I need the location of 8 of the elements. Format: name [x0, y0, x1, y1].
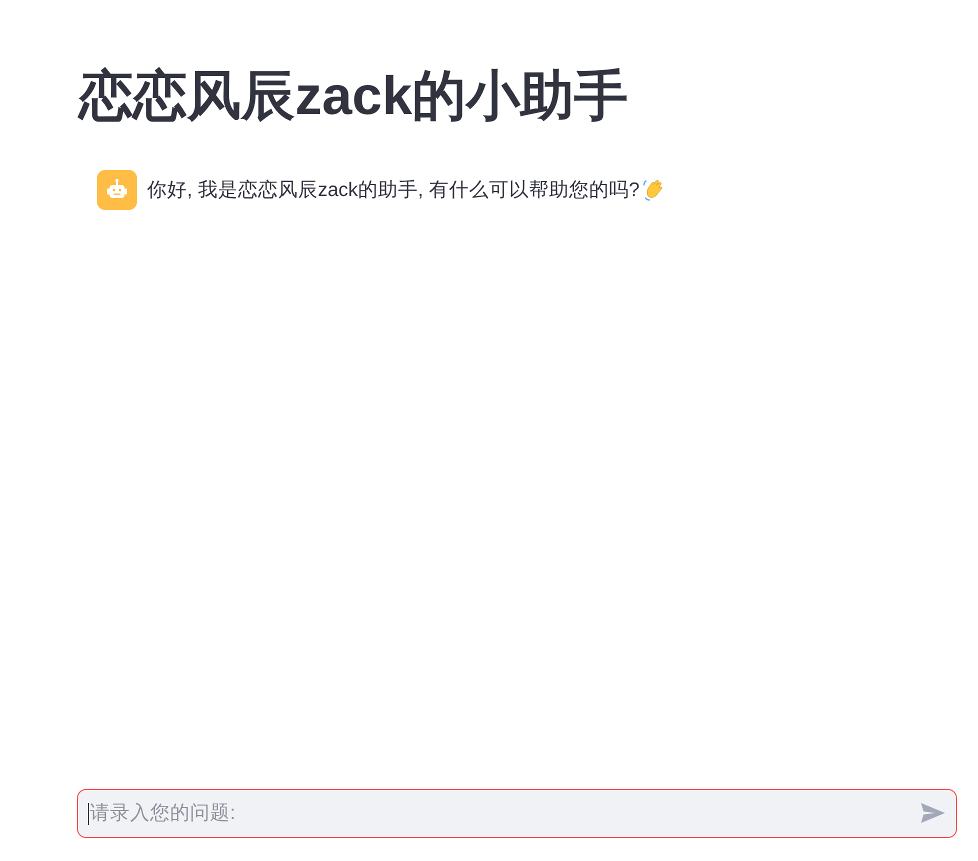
- send-icon: [921, 803, 945, 823]
- chat-message-text: 你好, 我是恋恋风辰zack的助手, 有什么可以帮助您的吗?: [147, 178, 640, 203]
- page-title: 恋恋风辰zack的小助手: [79, 65, 628, 128]
- robot-avatar-icon: [97, 170, 137, 210]
- chat-input-field[interactable]: 请录入您的问题:: [77, 789, 957, 838]
- send-button[interactable]: [921, 803, 945, 823]
- waving-hand-icon: [642, 179, 663, 201]
- text-cursor: [88, 803, 89, 825]
